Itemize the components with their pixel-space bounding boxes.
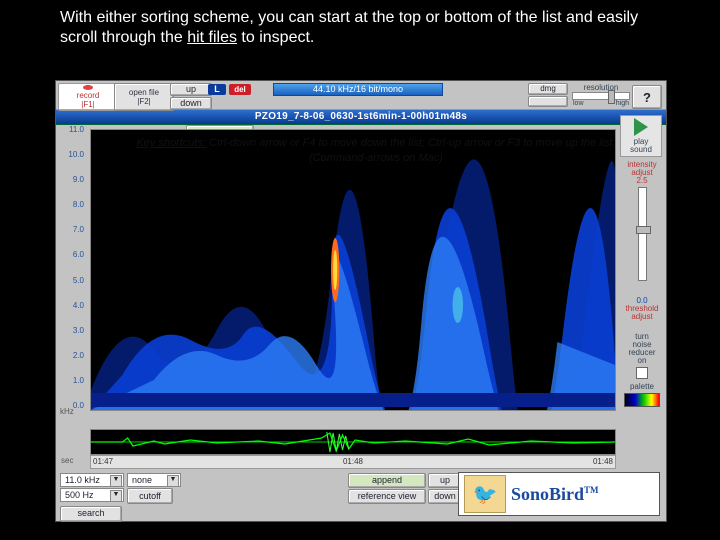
intensity-panel: intensity adjust 2.5 xyxy=(622,161,662,286)
hz-dropdown[interactable]: 500 Hz▼ xyxy=(60,488,124,502)
y-tick: 2.0 xyxy=(60,351,84,360)
refview-down-button[interactable]: down xyxy=(428,489,462,504)
y-tick: 3.0 xyxy=(60,326,84,335)
waveform-svg xyxy=(91,430,615,454)
res-high: high xyxy=(616,100,629,107)
key-body: Ctrl-down arrow or F4 to move down the l… xyxy=(209,137,616,164)
key-lead: Key shortcuts: xyxy=(136,137,206,149)
help-button[interactable]: ? xyxy=(632,85,662,109)
up-button[interactable]: up xyxy=(170,83,212,96)
toolbar: record |F1| open file |F2| up down L del… xyxy=(56,81,666,110)
resolution-control: resolution low high xyxy=(570,83,632,107)
append-button[interactable]: append xyxy=(348,473,426,488)
record-label: record xyxy=(77,91,100,100)
del-button[interactable]: del xyxy=(229,84,251,95)
play-button[interactable]: play sound xyxy=(620,115,662,157)
y-tick: 7.0 xyxy=(60,225,84,234)
open-key: |F2| xyxy=(137,97,151,106)
y-tick: 6.0 xyxy=(60,250,84,259)
y-tick: 1.0 xyxy=(60,376,84,385)
chevron-down-icon: ▼ xyxy=(110,475,122,487)
refview-up-button[interactable]: up xyxy=(428,473,462,488)
noise-checkbox[interactable] xyxy=(636,367,648,379)
dmg-group: dmg xyxy=(528,83,568,107)
caption-part2: to inspect. xyxy=(237,29,314,46)
play-l2: sound xyxy=(630,146,652,154)
record-button[interactable]: record |F1| xyxy=(58,83,118,111)
intensity-val: 2.5 xyxy=(636,176,647,185)
y-tick: 8.0 xyxy=(60,200,84,209)
y-tick: 11.0 xyxy=(60,125,84,134)
palette-panel: palette xyxy=(622,383,662,409)
L-button[interactable]: L xyxy=(208,84,226,95)
dmg2-button[interactable] xyxy=(528,96,568,107)
record-key: |F1| xyxy=(81,100,95,109)
play-icon xyxy=(634,118,648,136)
none-dropdown[interactable]: none▼ xyxy=(127,473,181,487)
sonobird-logo-text: SonoBirdTM xyxy=(511,484,599,505)
res-low: low xyxy=(573,100,584,107)
ruler-left: 01:47 xyxy=(93,456,113,468)
spectrogram-svg xyxy=(91,130,615,410)
khz-dropdown[interactable]: 11.0 kHz▼ xyxy=(60,473,124,487)
y-tick: 9.0 xyxy=(60,175,84,184)
y-axis: 11.010.09.08.07.06.05.04.03.02.01.00.0kH… xyxy=(60,125,88,405)
slide-caption: With either sorting scheme, you can star… xyxy=(60,8,660,48)
resolution-slider[interactable] xyxy=(572,92,630,100)
sample-rate-display: 44.10 kHz/16 bit/mono xyxy=(273,83,443,96)
y-tick: 10.0 xyxy=(60,150,84,159)
time-ruler: sec 01:47 01:48 01:48 xyxy=(90,455,616,469)
threshold-panel: 0.0 threshold adjust xyxy=(622,297,662,321)
intensity-slider[interactable] xyxy=(638,187,647,281)
filename-bar: PZO19_7-8-06_0630-1st6min-1-00h01m48s xyxy=(56,110,666,125)
thresh-l2: adjust xyxy=(631,312,652,321)
refview-button[interactable]: reference view xyxy=(348,489,426,504)
record-icon xyxy=(83,85,93,90)
chevron-down-icon: ▼ xyxy=(167,475,179,487)
waveform[interactable] xyxy=(90,429,616,455)
open-label: open file xyxy=(129,88,159,97)
spectrogram[interactable] xyxy=(90,129,616,411)
open-file-button[interactable]: open file |F2| xyxy=(114,83,174,111)
app-window: record |F1| open file |F2| up down L del… xyxy=(55,80,667,522)
caption-underline: hit files xyxy=(187,29,237,46)
key-shortcuts-overlay: Key shortcuts: Ctrl-down arrow or F4 to … xyxy=(126,136,626,167)
palette-bar[interactable] xyxy=(624,393,660,407)
search-button[interactable]: search xyxy=(60,506,122,522)
noise-l4: on xyxy=(638,356,647,365)
spectrogram-area: 11.010.09.08.07.06.05.04.03.02.01.00.0kH… xyxy=(60,125,616,425)
nav-buttons: up down xyxy=(170,83,204,107)
palette-label: palette xyxy=(630,382,654,391)
cutoff-button[interactable]: cutoff xyxy=(127,488,173,504)
bottom-bar: 11.0 kHz▼ none▼ 500 Hz▼ cutoff search ap… xyxy=(58,471,664,519)
y-unit: kHz xyxy=(60,407,84,416)
y-tick: 4.0 xyxy=(60,301,84,310)
caption-part1: With either sorting scheme, you can star… xyxy=(60,9,638,46)
logo-area: 🐦 SonoBirdTM xyxy=(458,472,660,516)
chevron-down-icon: ▼ xyxy=(110,490,122,502)
dmg-button[interactable]: dmg xyxy=(528,83,568,95)
ruler-center: 01:48 xyxy=(343,456,363,468)
noise-reducer-panel: turn noise reducer on xyxy=(622,333,662,383)
sonobird-logo-icon: 🐦 xyxy=(464,475,506,513)
down-button[interactable]: down xyxy=(170,97,212,110)
ruler-unit: sec xyxy=(61,456,73,465)
ruler-right: 01:48 xyxy=(593,456,613,468)
y-tick: 5.0 xyxy=(60,276,84,285)
